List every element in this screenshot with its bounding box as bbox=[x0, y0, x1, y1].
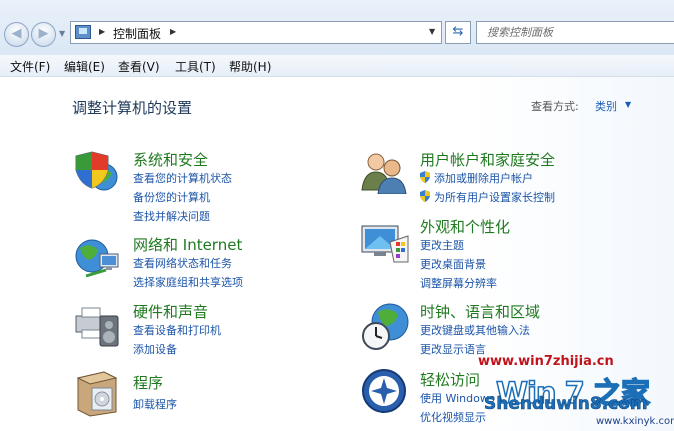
watermark-site1: www.win7zhijia.cn bbox=[478, 354, 614, 369]
link-desktop-background[interactable]: 更改桌面背景 bbox=[420, 256, 486, 272]
category-appearance[interactable]: 外观和个性化 bbox=[420, 216, 510, 237]
address-bar-area: ◀ ▶ ▼ ▶ 控制面板 ▶ ▼ ⇆ bbox=[0, 0, 674, 55]
watermark-site3: www.kxinyk.com bbox=[596, 416, 674, 427]
menu-tools[interactable]: 工具(T) bbox=[175, 58, 216, 75]
address-dropdown-icon[interactable]: ▼ bbox=[429, 27, 435, 36]
breadcrumb-control-panel[interactable]: 控制面板 bbox=[113, 25, 161, 42]
ease-of-access-icon[interactable] bbox=[361, 368, 407, 414]
link-uninstall-program[interactable]: 卸载程序 bbox=[133, 396, 177, 412]
category-programs[interactable]: 程序 bbox=[133, 372, 163, 393]
uac-shield-icon bbox=[420, 171, 430, 183]
view-by-label: 查看方式: bbox=[531, 100, 579, 113]
users-icon[interactable] bbox=[360, 150, 408, 194]
breadcrumb-chevron-icon[interactable]: ▶ bbox=[170, 27, 176, 36]
link-devices-printers[interactable]: 查看设备和打印机 bbox=[133, 322, 221, 338]
printer-speaker-icon[interactable] bbox=[74, 302, 122, 348]
category-user-accounts[interactable]: 用户帐户和家庭安全 bbox=[420, 149, 555, 170]
menu-file[interactable]: 文件(F) bbox=[10, 58, 50, 75]
page-title: 调整计算机的设置 bbox=[72, 99, 193, 117]
menu-edit[interactable]: 编辑(E) bbox=[64, 58, 105, 75]
search-box[interactable] bbox=[476, 21, 674, 44]
watermark-site2: Shenduwin8.com bbox=[484, 394, 648, 415]
link-homegroup[interactable]: 选择家庭组和共享选项 bbox=[133, 274, 243, 290]
link-troubleshoot[interactable]: 查找并解决问题 bbox=[133, 208, 210, 224]
view-by-dropdown[interactable]: 类别 bbox=[595, 98, 617, 114]
category-system-security[interactable]: 系统和安全 bbox=[133, 149, 208, 170]
address-box[interactable]: ▶ 控制面板 ▶ ▼ bbox=[70, 21, 442, 44]
menu-bar: 文件(F) 编辑(E) 查看(V) 工具(T) 帮助(H) bbox=[0, 55, 674, 77]
menu-view[interactable]: 查看(V) bbox=[118, 58, 160, 75]
menu-help[interactable]: 帮助(H) bbox=[229, 58, 271, 75]
link-network-status[interactable]: 查看网络状态和任务 bbox=[133, 255, 232, 271]
link-change-theme[interactable]: 更改主题 bbox=[420, 237, 464, 253]
chevron-down-icon[interactable]: ▼ bbox=[625, 100, 631, 109]
uac-shield-icon bbox=[420, 190, 430, 202]
back-button[interactable]: ◀ bbox=[4, 22, 29, 47]
link-view-computer-status[interactable]: 查看您的计算机状态 bbox=[133, 170, 232, 186]
shield-globe-icon[interactable] bbox=[74, 150, 120, 192]
category-network-internet[interactable]: 网络和 Internet bbox=[133, 234, 242, 255]
monitor-palette-icon[interactable] bbox=[360, 222, 410, 266]
clock-globe-icon[interactable] bbox=[362, 302, 410, 352]
category-hardware-sound[interactable]: 硬件和声音 bbox=[133, 301, 208, 322]
refresh-button[interactable]: ⇆ bbox=[445, 21, 471, 44]
search-input[interactable] bbox=[485, 25, 669, 40]
link-add-device[interactable]: 添加设备 bbox=[133, 341, 177, 357]
category-ease-of-access[interactable]: 轻松访问 bbox=[420, 369, 480, 390]
link-backup-computer[interactable]: 备份您的计算机 bbox=[133, 189, 210, 205]
network-globe-icon[interactable] bbox=[72, 236, 122, 280]
recent-pages-dropdown[interactable]: ▼ bbox=[59, 29, 65, 38]
link-display-language[interactable]: 更改显示语言 bbox=[420, 341, 486, 357]
link-screen-resolution[interactable]: 调整屏幕分辨率 bbox=[420, 275, 497, 291]
forward-button[interactable]: ▶ bbox=[31, 22, 56, 47]
link-optimize-display[interactable]: 优化视频显示 bbox=[420, 409, 486, 425]
link-add-remove-accounts[interactable]: 添加或删除用户帐户 bbox=[434, 170, 533, 186]
link-keyboard-input[interactable]: 更改键盘或其他输入法 bbox=[420, 322, 530, 338]
category-clock-language-region[interactable]: 时钟、语言和区域 bbox=[420, 301, 540, 322]
control-panel-icon bbox=[75, 25, 91, 39]
programs-box-icon[interactable] bbox=[76, 368, 120, 418]
link-parental-controls[interactable]: 为所有用户设置家长控制 bbox=[434, 189, 555, 205]
breadcrumb-separator-icon[interactable]: ▶ bbox=[99, 27, 105, 36]
